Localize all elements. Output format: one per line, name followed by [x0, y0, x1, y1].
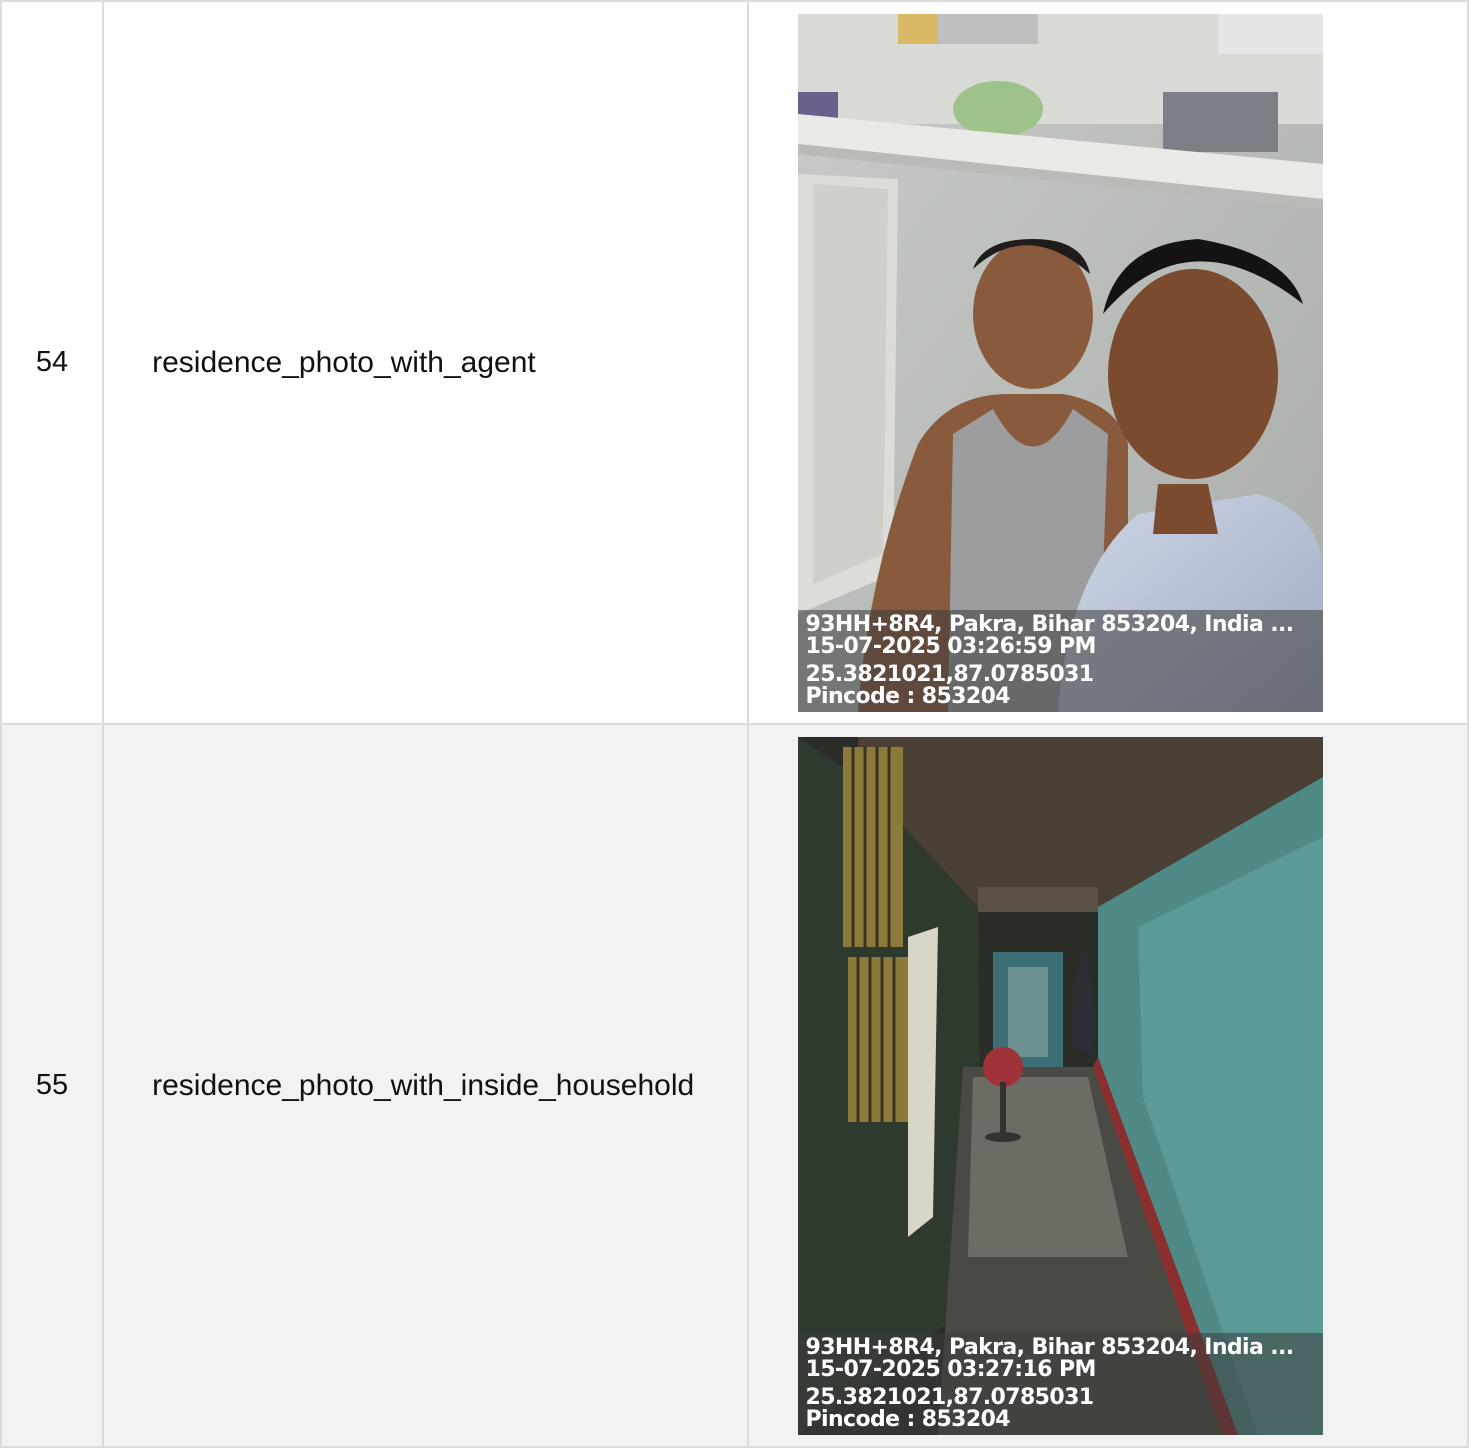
stamp-address: 93HH+8R4, Pakra, Bihar 853204, India ... — [805, 611, 1295, 637]
stamp-coordinates: 25.3821021,87.0785031 — [805, 661, 1095, 687]
photo-cell: 93HH+8R4, Pakra, Bihar 853204, India ...… — [747, 0, 1469, 725]
photo-cell: 93HH+8R4, Pakra, Bihar 853204, India ...… — [747, 723, 1469, 1448]
stamp-pincode: Pincode : 853204 — [805, 1406, 1011, 1432]
field-name: residence_photo_with_agent — [102, 0, 749, 725]
photo-table: 54 residence_photo_with_agent 93HH+8R4, … — [0, 0, 1469, 1448]
stamp-address: 93HH+8R4, Pakra, Bihar 853204, India ... — [805, 1334, 1295, 1360]
selfie-image — [797, 13, 1323, 712]
stamp-datetime: 15-07-2025 03:26:59 PM — [805, 633, 1097, 659]
table-row: 55 residence_photo_with_inside_household — [0, 723, 1469, 1448]
residence-photo-agent[interactable]: 93HH+8R4, Pakra, Bihar 853204, India ...… — [797, 13, 1323, 712]
geo-stamp: 93HH+8R4, Pakra, Bihar 853204, India ...… — [797, 1332, 1323, 1435]
stamp-datetime: 15-07-2025 03:27:16 PM — [805, 1356, 1097, 1382]
corridor-image — [797, 736, 1323, 1435]
stamp-pincode: Pincode : 853204 — [805, 683, 1011, 709]
row-number: 54 — [0, 0, 105, 725]
table-row: 54 residence_photo_with_agent 93HH+8R4, … — [0, 0, 1469, 725]
stamp-coordinates: 25.3821021,87.0785031 — [805, 1384, 1095, 1410]
residence-photo-household[interactable]: 93HH+8R4, Pakra, Bihar 853204, India ...… — [797, 736, 1323, 1435]
field-name: residence_photo_with_inside_household — [102, 723, 749, 1448]
geo-stamp: 93HH+8R4, Pakra, Bihar 853204, India ...… — [797, 609, 1323, 712]
row-number: 55 — [0, 723, 105, 1448]
